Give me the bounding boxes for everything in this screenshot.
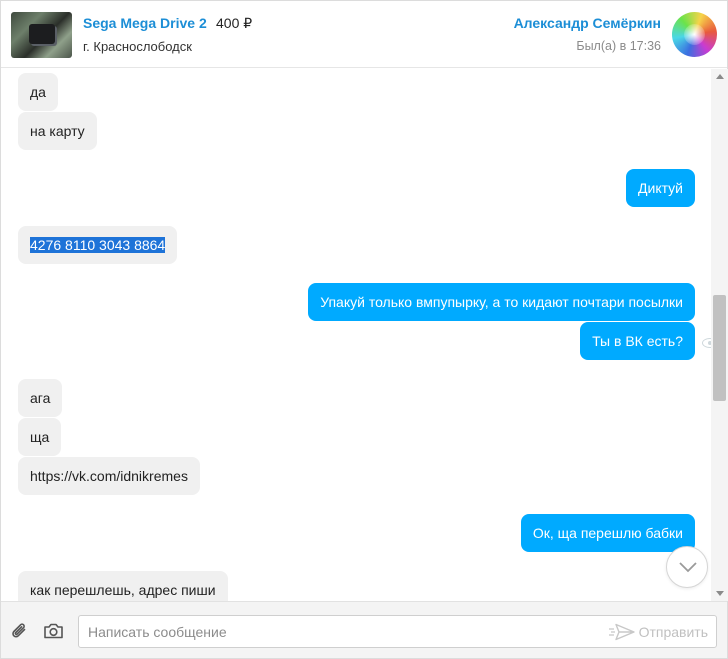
message-list: да на карту Диктуй 4276 8110 3043 8864 У… (1, 69, 711, 601)
user-avatar[interactable] (672, 12, 717, 57)
scroll-to-bottom-button[interactable] (666, 546, 708, 588)
chat-window: Sega Mega Drive 2 400 ₽ г. Краснослободс… (0, 0, 728, 659)
message-incoming: ага (18, 379, 63, 417)
chat-header: Sega Mega Drive 2 400 ₽ г. Краснослободс… (1, 1, 727, 68)
user-last-seen: Был(а) в 17:36 (576, 39, 661, 53)
paper-plane-icon (608, 623, 635, 641)
message-incoming: на карту (18, 112, 97, 150)
message-outgoing: Ты в ВК есть? (580, 322, 695, 360)
scroll-down-arrow-icon[interactable] (716, 591, 724, 596)
chevron-down-icon (679, 562, 697, 573)
paperclip-icon[interactable] (10, 621, 30, 641)
message-incoming: да (18, 73, 58, 111)
message-input-box: Отправить (78, 615, 717, 648)
user-name-link[interactable]: Александр Семёркин (514, 15, 661, 31)
message-outgoing: Диктуй (626, 169, 695, 207)
message-outgoing: Упакуй только вмпупырку, а то кидают поч… (308, 283, 695, 321)
message-composer: Отправить (1, 601, 727, 658)
ad-thumbnail[interactable] (11, 12, 72, 58)
camera-icon[interactable] (43, 622, 64, 640)
scrollbar-thumb[interactable] (713, 295, 726, 401)
message-incoming: 4276 8110 3043 8864 (18, 226, 178, 264)
message-incoming: как перешлешь, адрес пиши (18, 571, 228, 601)
messages-scrollbar[interactable] (711, 69, 728, 601)
message-incoming[interactable]: https://vk.com/idnikremes (18, 457, 200, 495)
ad-title-link[interactable]: Sega Mega Drive 2 (83, 15, 207, 31)
message-input[interactable] (79, 616, 599, 647)
message-incoming: ща (18, 418, 62, 456)
ad-city: г. Краснослободск (83, 39, 192, 54)
send-label: Отправить (638, 624, 708, 640)
scroll-up-arrow-icon[interactable] (716, 74, 724, 79)
ad-price: 400 ₽ (216, 15, 253, 31)
selected-text: 4276 8110 3043 8864 (30, 237, 166, 253)
message-outgoing: Ок, ща перешлю бабки (520, 514, 695, 552)
send-button[interactable]: Отправить (608, 622, 708, 642)
